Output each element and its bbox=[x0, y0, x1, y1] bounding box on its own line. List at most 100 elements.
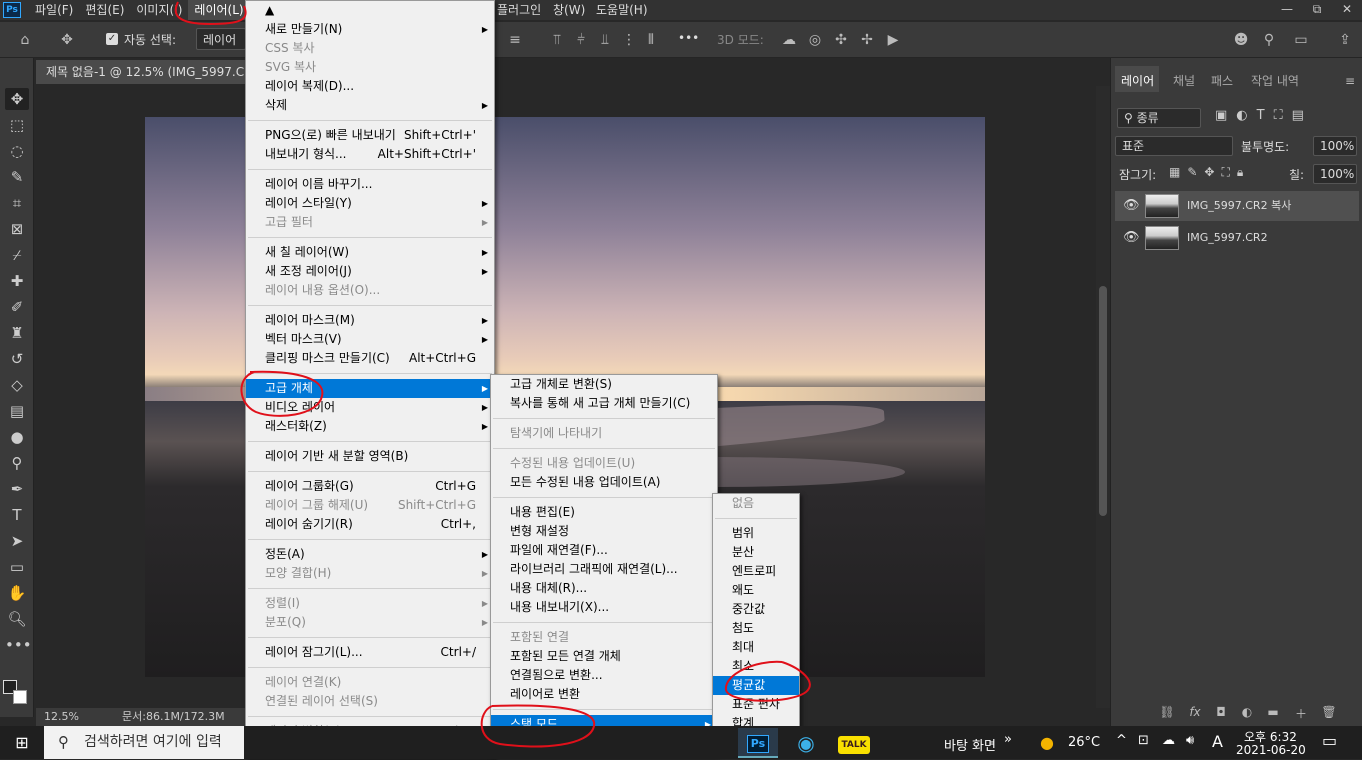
menu-item[interactable]: 새로 만들기(N) ▶ bbox=[246, 20, 494, 39]
blend-mode-dropdown[interactable]: 표준 bbox=[1115, 136, 1233, 156]
menu-item[interactable]: 레이어 마스크(M) ▶ bbox=[246, 311, 494, 330]
menu-item[interactable]: 레이어 기반 새 분할 영역(B) bbox=[246, 447, 494, 466]
volume-icon[interactable]: 🔊︎ bbox=[1186, 733, 1194, 748]
align-vcenter-icon[interactable]: ⫩ bbox=[572, 31, 590, 49]
notification-icon[interactable]: ▭ bbox=[1322, 731, 1337, 750]
menu-item[interactable]: 내용 편집(E) bbox=[491, 503, 717, 522]
menu-item[interactable]: 평균값 bbox=[713, 676, 799, 695]
frame-tool-icon[interactable]: ⊠ bbox=[5, 218, 29, 240]
background-color-swatch[interactable] bbox=[13, 690, 27, 704]
auto-select-checkbox[interactable]: ✓ bbox=[106, 31, 118, 45]
onedrive-icon[interactable]: ☁ bbox=[1162, 733, 1175, 748]
chevron-up-icon[interactable]: » bbox=[1004, 732, 1012, 747]
restore-icon[interactable]: ⧉ bbox=[1302, 0, 1332, 20]
menu-item[interactable]: 최소 bbox=[713, 657, 799, 676]
ime-indicator[interactable]: A bbox=[1212, 732, 1223, 751]
menu-scroll-arrow-icon[interactable]: ▲ bbox=[246, 1, 494, 20]
minimize-icon[interactable]: — bbox=[1272, 0, 1302, 20]
distribute-v-icon[interactable]: ⦀ bbox=[642, 31, 660, 49]
weather-temp[interactable]: 26°C bbox=[1068, 735, 1100, 750]
search-icon[interactable]: ⚲ bbox=[1260, 31, 1278, 49]
menu-item[interactable]: 라이브러리 그래픽에 재연결(L)... bbox=[491, 560, 717, 579]
more-tools-icon[interactable]: ••• bbox=[5, 634, 32, 656]
kakaotalk-icon[interactable]: TALK bbox=[834, 728, 874, 758]
healing-brush-tool-icon[interactable]: ✚ bbox=[5, 270, 29, 292]
menu-item[interactable]: 포함된 모든 연결 개체 bbox=[491, 647, 717, 666]
3d-pan-icon[interactable]: ✣ bbox=[832, 31, 850, 49]
menu-item[interactable]: 모든 수정된 내용 업데이트(A) bbox=[491, 473, 717, 492]
adjustment-icon[interactable]: ◐ bbox=[1237, 705, 1257, 721]
menu-edit[interactable]: 편집(E) bbox=[79, 0, 130, 20]
menu-item[interactable]: 최대 bbox=[713, 638, 799, 657]
menu-item[interactable]: 레이어 스타일(Y) ▶ bbox=[246, 194, 494, 213]
menu-item[interactable]: 중간값 bbox=[713, 600, 799, 619]
3d-scale-icon[interactable]: ▶ bbox=[884, 31, 902, 49]
menu-item[interactable]: 변형 재설정 bbox=[491, 522, 717, 541]
lasso-tool-icon[interactable]: ◌ bbox=[5, 140, 29, 162]
type-tool-icon[interactable]: T bbox=[5, 504, 29, 526]
menu-item[interactable]: PNG으(로) 빠른 내보내기 Shift+Ctrl+' bbox=[246, 126, 494, 145]
menu-item[interactable]: 복사를 통해 새 고급 개체 만들기(C) bbox=[491, 394, 717, 413]
doc-info[interactable]: 문서:86.1M/172.3M bbox=[122, 708, 225, 726]
menu-item[interactable]: 레이어 잠그기(L)... Ctrl+/ bbox=[246, 643, 494, 662]
menu-layer[interactable]: 레이어(L) bbox=[188, 0, 250, 20]
menu-item[interactable]: 새 조정 레이어(J) ▶ bbox=[246, 262, 494, 281]
3d-roll-icon[interactable]: ◎ bbox=[806, 31, 824, 49]
menu-item[interactable]: 레이어 숨기기(R) Ctrl+, bbox=[246, 515, 494, 534]
align-icon[interactable]: ≡ bbox=[506, 31, 524, 49]
weather-sun-icon[interactable]: ● bbox=[1040, 733, 1054, 752]
menu-file[interactable]: 파일(F) bbox=[29, 0, 79, 20]
home-icon[interactable]: ⌂ bbox=[16, 31, 34, 49]
menu-item[interactable]: 레이어로 변환 bbox=[491, 685, 717, 704]
history-brush-tool-icon[interactable]: ↺ bbox=[5, 348, 29, 370]
layer-row[interactable]: 👁︎ IMG_5997.CR2 복사 bbox=[1115, 191, 1359, 221]
user-icon[interactable]: ☻ bbox=[1232, 31, 1250, 49]
menu-item[interactable]: 벡터 마스크(V) ▶ bbox=[246, 330, 494, 349]
lock-icons[interactable]: ▦✎✥⛶🔒︎ bbox=[1169, 165, 1250, 180]
align-bottom-icon[interactable]: ⫫ bbox=[596, 31, 614, 49]
edge-browser-icon[interactable]: ◉ bbox=[786, 728, 826, 758]
menu-item[interactable]: 표준 편차 bbox=[713, 695, 799, 714]
mask-icon[interactable]: ◘ bbox=[1211, 705, 1231, 721]
menu-item[interactable]: 연결됨으로 변환... bbox=[491, 666, 717, 685]
windows-start-icon[interactable]: ⊞ bbox=[0, 726, 44, 759]
menu-plugins[interactable]: 플러그인 bbox=[491, 0, 547, 20]
distribute-icon[interactable]: ⋮ bbox=[620, 31, 638, 49]
auto-select-dropdown[interactable]: 레이어 bbox=[196, 28, 246, 50]
menu-item[interactable]: 비디오 레이어 ▶ bbox=[246, 398, 494, 417]
dodge-tool-icon[interactable]: ⚲ bbox=[5, 452, 29, 474]
taskbar-search-input[interactable]: ⚲ 검색하려면 여기에 입력 bbox=[44, 726, 244, 759]
menu-item[interactable]: 고급 개체로 변환(S) bbox=[491, 375, 717, 394]
network-icon[interactable]: ⊡ bbox=[1138, 733, 1149, 748]
link-icon[interactable]: ⛓ bbox=[1157, 705, 1177, 721]
menu-item[interactable]: 파일에 재연결(F)... bbox=[491, 541, 717, 560]
tab-paths[interactable]: 패스 bbox=[1211, 72, 1233, 89]
eraser-tool-icon[interactable]: ◇ bbox=[5, 374, 29, 396]
menu-item[interactable]: 첨도 bbox=[713, 619, 799, 638]
layer-row[interactable]: 👁︎ IMG_5997.CR2 bbox=[1115, 223, 1359, 253]
menu-window[interactable]: 창(W) bbox=[547, 0, 591, 20]
3d-orbit-icon[interactable]: ☁ bbox=[780, 31, 798, 49]
stamp-tool-icon[interactable]: ♜ bbox=[5, 322, 29, 344]
move-tool-icon[interactable]: ✥ bbox=[58, 31, 76, 49]
tray-expand-icon[interactable]: ^ bbox=[1116, 733, 1127, 748]
photoshop-taskbar-icon[interactable]: Ps bbox=[738, 728, 778, 758]
trash-icon[interactable]: 🗑 bbox=[1319, 705, 1339, 721]
menu-item[interactable]: 내용 내보내기(X)... bbox=[491, 598, 717, 617]
opacity-field[interactable]: 100% bbox=[1313, 136, 1357, 156]
menu-item[interactable]: 새 칠 레이어(W) ▶ bbox=[246, 243, 494, 262]
menu-item[interactable]: 레이어 복제(D)... bbox=[246, 77, 494, 96]
more-options-button[interactable]: ••• bbox=[678, 31, 699, 45]
zoom-level[interactable]: 12.5% bbox=[44, 708, 79, 726]
hand-tool-icon[interactable]: ✋ bbox=[5, 582, 29, 604]
menu-item[interactable]: 범위 bbox=[713, 524, 799, 543]
quick-select-tool-icon[interactable]: ✎ bbox=[5, 166, 29, 188]
fx-icon[interactable]: fx bbox=[1185, 705, 1205, 721]
menu-item[interactable]: 레이어 이름 바꾸기... bbox=[246, 175, 494, 194]
menu-item[interactable]: 내용 대체(R)... bbox=[491, 579, 717, 598]
marquee-tool-icon[interactable]: ⬚ bbox=[5, 114, 29, 136]
align-top-icon[interactable]: ⫪ bbox=[548, 31, 566, 49]
new-layer-icon[interactable]: ＋ bbox=[1291, 705, 1311, 721]
pen-tool-icon[interactable]: ✒ bbox=[5, 478, 29, 500]
menu-item[interactable]: 내보내기 형식... Alt+Shift+Ctrl+' bbox=[246, 145, 494, 164]
